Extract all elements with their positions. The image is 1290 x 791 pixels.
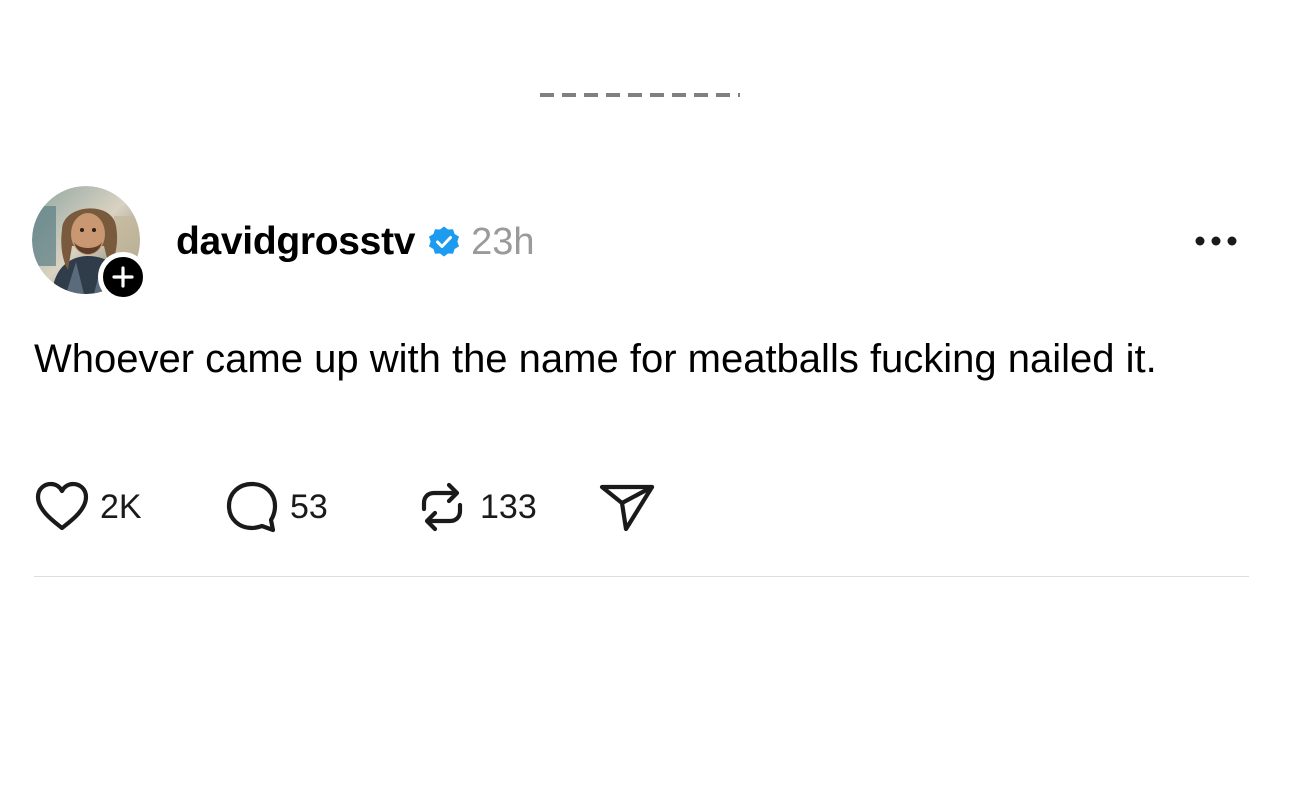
thread-post: davidgrosstv 23h Whoever came up with th… [0,0,1290,791]
reply-count: 53 [290,487,328,526]
repost-button[interactable]: 133 [414,478,599,536]
more-horizontal-icon [1195,236,1237,246]
repost-icon [421,482,463,532]
post-actions: 2K 53 133 [34,478,655,536]
comment-bubble-icon [226,481,278,533]
share-button[interactable] [599,478,655,536]
follow-button[interactable] [98,252,148,302]
avatar[interactable] [32,186,148,302]
post-text: Whoever came up with the name for meatba… [34,337,1157,381]
repost-count: 133 [480,487,537,526]
username[interactable]: davidgrosstv [176,220,415,264]
like-button[interactable]: 2K [34,478,224,536]
more-options-button[interactable] [1192,226,1240,256]
reply-button[interactable]: 53 [224,478,414,536]
plus-icon [112,266,134,288]
verified-badge-icon [429,226,460,257]
post-divider [34,576,1249,577]
post-header: davidgrosstv 23h [176,218,535,266]
like-count: 2K [100,487,142,526]
send-icon [599,484,655,532]
post-timestamp: 23h [471,220,535,263]
heart-icon [35,481,89,531]
